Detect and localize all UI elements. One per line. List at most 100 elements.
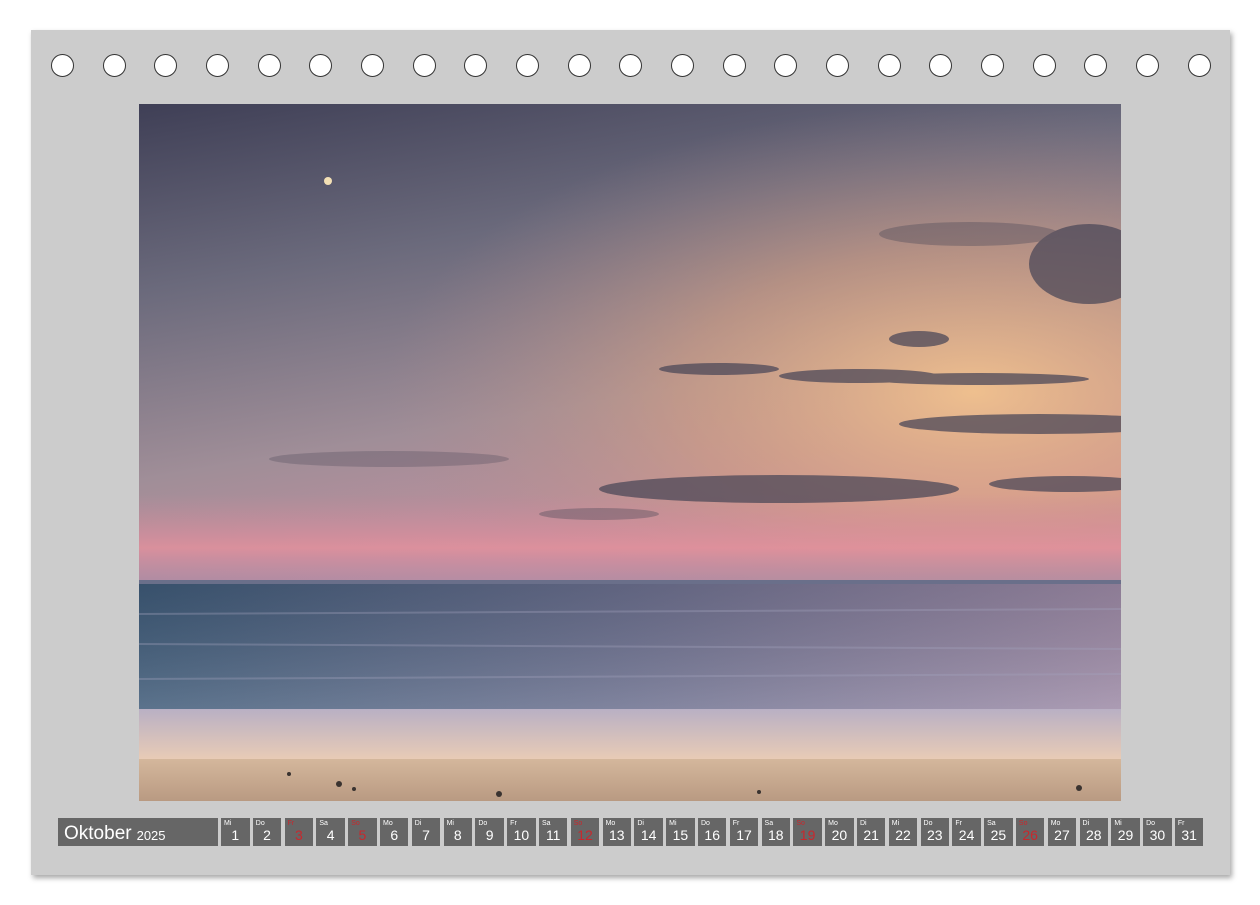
moon-shape (324, 177, 332, 185)
day-cell: So 5 (348, 818, 377, 846)
day-number: 26 (1022, 827, 1038, 843)
day-number: 17 (736, 827, 752, 843)
day-number: 14 (640, 827, 657, 843)
day-number: 4 (326, 827, 335, 843)
day-number: 31 (1181, 827, 1197, 843)
weekday-label: Sa (764, 820, 774, 827)
binding-holes (51, 54, 1211, 80)
day-cell: Sa 11 (538, 818, 568, 846)
day-cell: Di 14 (634, 818, 663, 846)
day-number: 3 (294, 827, 303, 843)
day-number: 29 (1117, 827, 1134, 843)
weekday-label: Fr (732, 820, 740, 827)
day-number: 2 (263, 827, 271, 843)
weekday-label: Mi (1114, 820, 1122, 827)
weekday-label: Mo (828, 820, 838, 827)
binding-hole (671, 54, 695, 77)
day-cell: Fr 17 (729, 818, 759, 846)
day-number: 19 (799, 827, 816, 843)
weekday-label: Fr (1177, 820, 1185, 827)
binding-hole (981, 54, 1005, 77)
binding-hole (1084, 54, 1108, 77)
day-number: 27 (1054, 827, 1070, 843)
weekday-label: Do (923, 820, 933, 827)
weekday-label: Mo (382, 820, 393, 827)
weekday-label: Mo (1050, 820, 1061, 827)
binding-hole (412, 54, 436, 77)
weekday-label: Sa (987, 820, 996, 827)
seascape-photo (139, 104, 1121, 801)
weekday-label: So (1018, 820, 1028, 827)
day-cell: So 19 (793, 818, 822, 846)
binding-hole (722, 54, 746, 77)
binding-hole (516, 54, 540, 77)
day-cell: Di 28 (1079, 818, 1109, 846)
day-number: 24 (958, 827, 975, 843)
binding-hole (102, 54, 126, 77)
day-cell: Do 23 (920, 818, 950, 846)
day-number: 20 (831, 827, 848, 843)
day-cell: Do 9 (475, 818, 504, 846)
day-number: 28 (1085, 827, 1102, 843)
day-strip: Mi 1 Do 2 Fr 3 Sa 4 So 5 Mo 6 Di 7 Mi 8 Do 9 Fr 10 Sa 11 So 12 M… (221, 818, 1204, 846)
day-cell: Mi 29 (1111, 818, 1140, 846)
day-cell: So 26 (1015, 818, 1045, 846)
weekday-label: Fr (287, 820, 295, 827)
day-number: 21 (863, 827, 879, 843)
weekday-label: Sa (541, 820, 551, 827)
month-name: Oktober (64, 823, 132, 844)
binding-hole (1032, 54, 1056, 77)
day-cell: So 12 (570, 818, 600, 846)
binding-hole (877, 54, 901, 77)
weekday-label: Mi (669, 820, 677, 827)
weekday-label: Do (1146, 820, 1156, 827)
weekday-label: Do (478, 820, 488, 827)
binding-hole (309, 54, 333, 77)
weekday-label: Mo (605, 820, 616, 827)
day-number: 30 (1149, 827, 1166, 843)
binding-hole (51, 54, 74, 77)
binding-hole (774, 54, 798, 77)
binding-hole (929, 54, 953, 77)
day-cell: Do 16 (697, 818, 727, 846)
weekday-label: Sa (319, 820, 328, 827)
weekday-label: So (796, 820, 805, 827)
day-cell: Mi 22 (888, 818, 918, 846)
weekday-label: Di (1082, 820, 1090, 827)
day-number: 15 (672, 827, 689, 843)
day-number: 11 (545, 827, 561, 843)
day-number: 5 (358, 827, 367, 843)
calendar-page: Oktober 2025 Mi 1 Do 2 Fr 3 Sa 4 So 5 Mo 6 Di 7 Mi 8 Do 9… (31, 30, 1230, 875)
day-number: 23 (926, 827, 943, 843)
weekday-label: Mi (224, 820, 232, 827)
weekday-label: Mi (446, 820, 454, 827)
day-cell: Mo 6 (379, 818, 409, 846)
day-cell: Sa 18 (761, 818, 791, 846)
day-number: 6 (390, 827, 399, 843)
weekday-label: So (351, 820, 360, 827)
weekday-label: Do (255, 820, 265, 827)
day-number: 22 (895, 827, 911, 843)
day-number: 16 (704, 827, 720, 843)
day-cell: Mi 1 (221, 818, 250, 846)
day-cell: Di 7 (411, 818, 441, 846)
day-number: 10 (513, 827, 530, 843)
day-cell: Mo 20 (825, 818, 854, 846)
sunset-sea-image (139, 104, 1121, 801)
day-cell: Mi 8 (443, 818, 473, 846)
day-cell: Do 2 (252, 818, 282, 846)
weekday-label: Fr (955, 820, 962, 827)
day-cell: Sa 25 (984, 818, 1013, 846)
day-number: 13 (609, 827, 625, 843)
day-cell: Fr 31 (1174, 818, 1204, 846)
day-cell: Di 21 (856, 818, 886, 846)
day-cell: Fr 24 (952, 818, 981, 846)
day-cell: Mo 27 (1047, 818, 1077, 846)
weekday-label: Di (637, 820, 644, 827)
binding-hole (619, 54, 643, 77)
day-cell: Sa 4 (316, 818, 345, 846)
day-cell: Do 30 (1143, 818, 1172, 846)
weekday-label: Di (414, 820, 422, 827)
day-number: 7 (422, 827, 430, 843)
binding-hole (154, 54, 178, 77)
